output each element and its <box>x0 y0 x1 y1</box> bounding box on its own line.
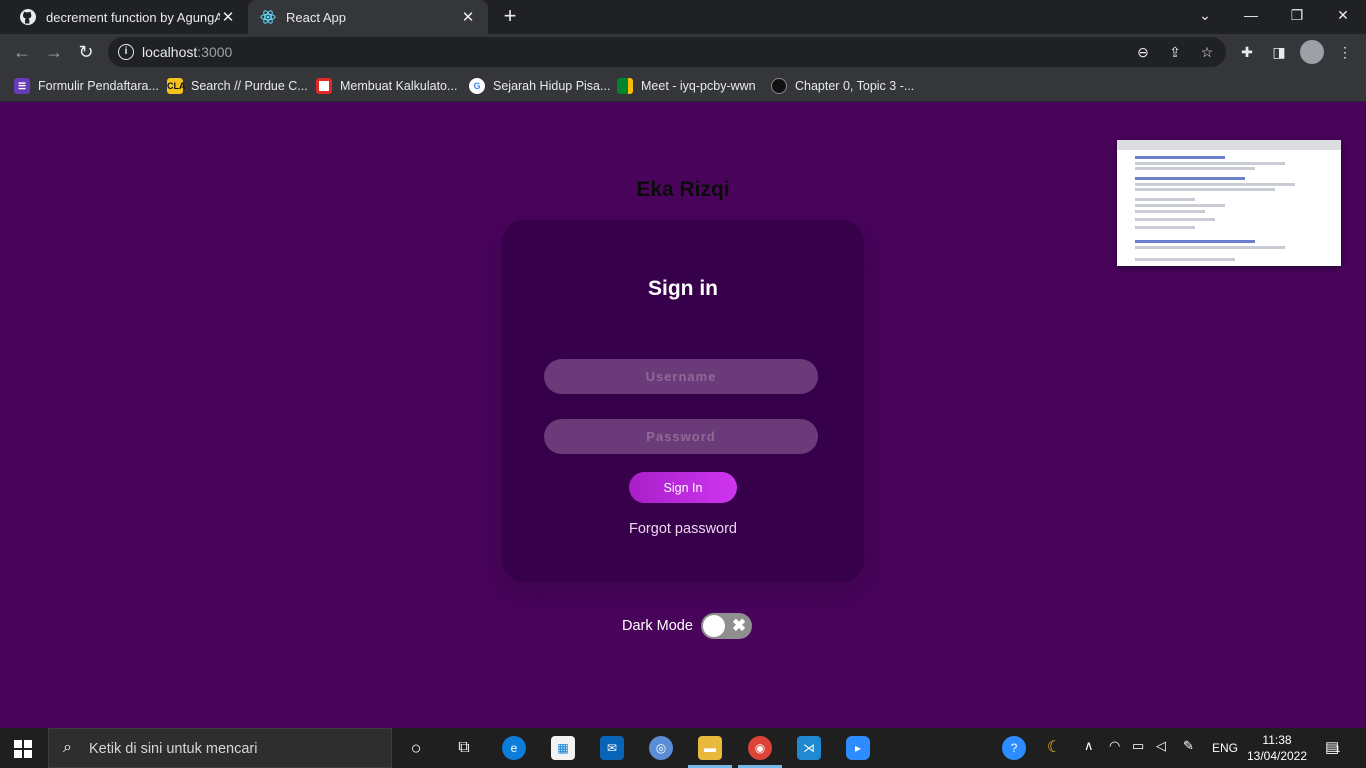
extensions-icon[interactable]: ✚ <box>1237 42 1257 62</box>
meet-icon <box>617 78 633 94</box>
toggle-knob <box>703 615 725 637</box>
language-indicator[interactable]: ENG <box>1212 741 1238 755</box>
tab-react-app[interactable]: React App ✕ <box>248 0 488 34</box>
tab-title: React App <box>286 9 346 25</box>
url-text[interactable]: localhost:3000 <box>142 44 232 60</box>
store-icon[interactable]: ▦ <box>551 736 575 760</box>
chrome-icon[interactable]: ◉ <box>738 736 782 768</box>
react-icon <box>260 10 276 24</box>
toggle-x-icon: ✖ <box>731 616 747 635</box>
address-bar[interactable]: i localhost:3000 ⊖ ⇪ ☆ <box>108 37 1226 67</box>
vscode-icon[interactable]: ⋊ <box>797 736 821 760</box>
chrome-blue-icon[interactable]: ◎ <box>649 736 673 760</box>
speaker-muted-icon[interactable]: ◁ <box>1156 738 1166 754</box>
signin-title: Sign in <box>648 277 718 300</box>
bookmark-item[interactable]: Meet - iyq-pcby-wwn <box>617 76 756 96</box>
bookmark-item[interactable]: CLA Search // Purdue C... <box>167 76 308 96</box>
bookmark-item[interactable]: ☰ Formulir Pendaftara... <box>14 76 159 96</box>
file-explorer-icon[interactable]: ▬ <box>688 736 732 768</box>
share-icon[interactable]: ⇪ <box>1166 43 1184 61</box>
mail-icon[interactable]: ✉ <box>600 736 624 760</box>
bookmark-item[interactable]: G Sejarah Hidup Pisa... <box>469 76 610 96</box>
wifi-icon[interactable]: ◠ <box>1109 738 1120 754</box>
taskbar-search[interactable]: ⌕ Ketik di sini untuk mencari <box>48 728 392 768</box>
side-panel-icon[interactable]: ◨ <box>1269 42 1289 62</box>
forms-icon: ☰ <box>14 78 30 94</box>
dark-mode-label: Dark Mode <box>622 618 693 634</box>
edge-icon[interactable]: e <box>502 736 526 760</box>
help-icon[interactable]: ? <box>1002 736 1026 760</box>
night-icon[interactable]: ☾ <box>1042 736 1066 760</box>
cortana-icon[interactable]: ○ <box>404 736 428 760</box>
close-window-button[interactable]: ✕ <box>1320 0 1366 30</box>
task-view-icon[interactable]: ⧉ <box>452 736 476 760</box>
taskbar-search-placeholder: Ketik di sini untuk mencari <box>89 741 258 757</box>
tab-github[interactable]: decrement function by AgungAd ✕ <box>8 0 248 34</box>
clock-date: 13/04/2022 <box>1246 749 1308 763</box>
notification-icon[interactable]: ▤1 <box>1325 738 1340 756</box>
screenshot-preview-thumbnail[interactable] <box>1117 140 1341 266</box>
bookmark-star-icon[interactable]: ☆ <box>1198 43 1216 61</box>
close-tab-icon[interactable]: ✕ <box>460 8 476 26</box>
back-icon[interactable]: ← <box>10 40 34 64</box>
reload-icon[interactable]: ↻ <box>74 40 98 64</box>
tab-strip: decrement function by AgungAd ✕ React Ap… <box>0 0 1366 34</box>
battery-icon[interactable]: ▭ <box>1132 738 1144 754</box>
tab-title: decrement function by AgungAd <box>46 9 220 25</box>
brand-name: Eka Rizqi <box>636 178 730 201</box>
zoom-icon[interactable]: ⊖ <box>1134 43 1152 61</box>
taskbar-clock[interactable]: 11:38 13/04/2022 <box>1246 732 1308 764</box>
cla-icon: CLA <box>167 78 186 94</box>
windows-start-icon[interactable] <box>14 740 32 758</box>
pen-icon[interactable]: ✎ <box>1183 738 1194 754</box>
dark-mode-toggle[interactable]: ✖ <box>701 613 752 639</box>
search-icon: ⌕ <box>63 739 72 756</box>
bookmark-item[interactable]: Membuat Kalkulato... <box>316 76 457 96</box>
bookmark-item[interactable]: Chapter 0, Topic 3 -... <box>771 76 914 96</box>
circle-icon <box>771 78 787 94</box>
github-icon <box>20 9 36 25</box>
clock-time: 11:38 <box>1262 733 1292 747</box>
menu-icon[interactable]: ⋮ <box>1335 42 1355 62</box>
username-input[interactable] <box>544 359 818 394</box>
zoom-app-icon[interactable]: ▸ <box>846 736 870 760</box>
bookmarks-bar: ☰ Formulir Pendaftara... CLA Search // P… <box>0 70 1366 102</box>
browser-toolbar: ← → ↻ i localhost:3000 ⊖ ⇪ ☆ ✚ ◨ ⋮ <box>0 34 1366 70</box>
forward-icon[interactable]: → <box>42 40 66 64</box>
new-tab-button[interactable]: + <box>498 4 522 28</box>
tab-search-icon[interactable]: ⌄ <box>1182 0 1228 30</box>
show-hidden-icons[interactable]: ∧ <box>1084 738 1094 754</box>
profile-avatar[interactable] <box>1300 40 1324 64</box>
site-info-icon[interactable]: i <box>118 44 134 60</box>
password-input[interactable] <box>544 419 818 454</box>
close-tab-icon[interactable]: ✕ <box>220 8 236 26</box>
taskbar: ⌕ Ketik di sini untuk mencari ○ ⧉ e ▦ ✉ … <box>0 728 1366 768</box>
google-icon: G <box>469 78 485 94</box>
bookmark-red-icon <box>316 78 332 94</box>
signin-button[interactable]: Sign In <box>629 472 737 503</box>
forgot-password-link[interactable]: Forgot password <box>583 521 783 537</box>
minimize-button[interactable]: — <box>1228 0 1274 30</box>
restore-button[interactable]: ❐ <box>1274 0 1320 30</box>
